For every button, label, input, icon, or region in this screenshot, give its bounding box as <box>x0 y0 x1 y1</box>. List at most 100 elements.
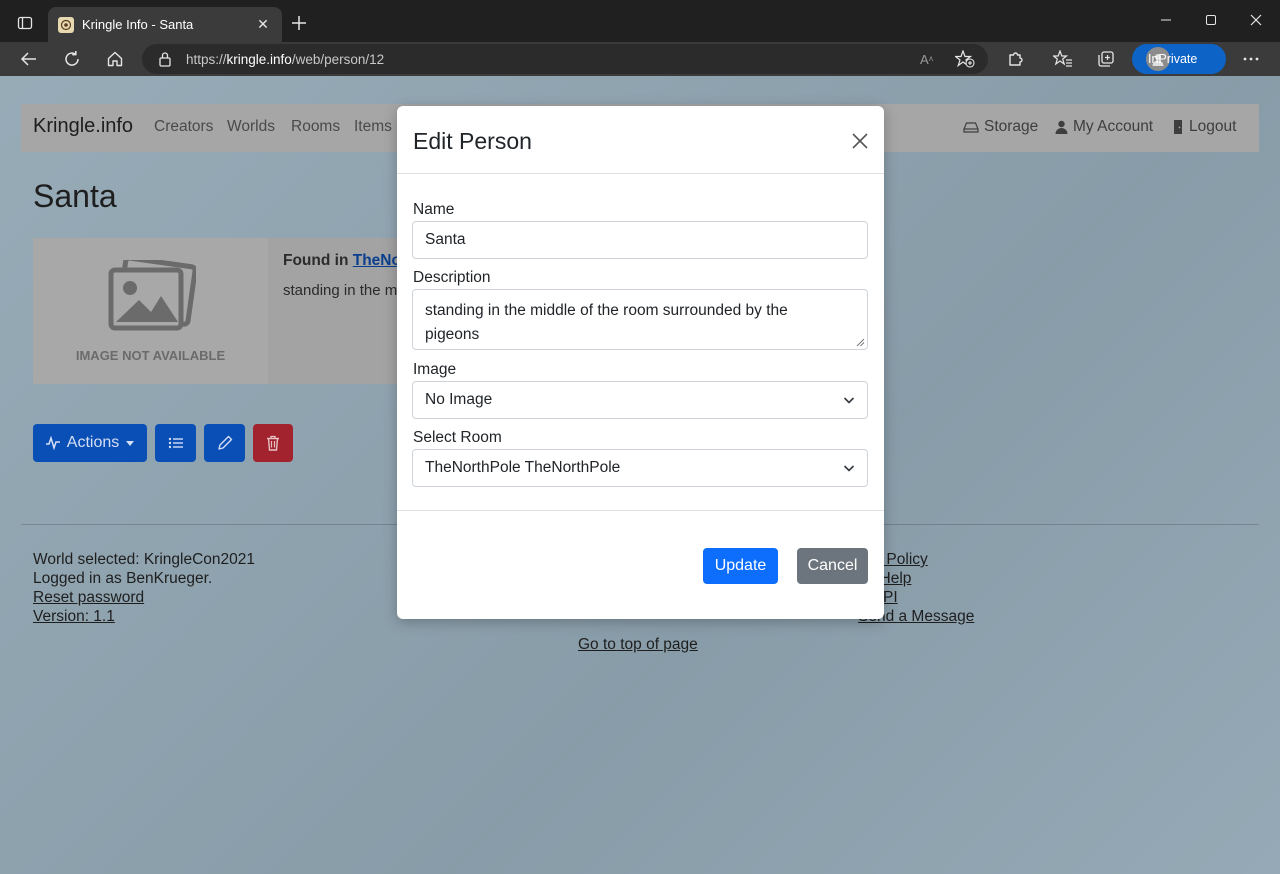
version-link[interactable]: Version: 1.1 <box>33 607 255 626</box>
found-in-room-link[interactable]: TheNo <box>353 252 401 269</box>
image-label: Image <box>413 361 457 378</box>
edit-person-modal: Edit Person Name Santa Description stand… <box>397 106 884 619</box>
name-input[interactable]: Santa <box>412 221 868 259</box>
close-icon <box>852 133 868 149</box>
site-brand[interactable]: Kringle.info <box>33 115 133 138</box>
cancel-button[interactable]: Cancel <box>797 548 868 584</box>
modal-header: Edit Person <box>397 106 884 174</box>
maximize-icon <box>1206 15 1216 25</box>
url-domain: kringle.info <box>226 51 292 67</box>
modal-title: Edit Person <box>413 128 532 154</box>
footer-logged-in: Logged in as BenKrueger. <box>33 570 213 587</box>
tab-close-icon[interactable]: ✕ <box>254 16 272 33</box>
reset-password-link[interactable]: Reset password <box>33 588 255 607</box>
actions-dropdown-button[interactable]: Actions <box>33 424 147 462</box>
plus-icon <box>292 16 306 30</box>
chevron-down-icon <box>843 465 855 472</box>
nav-link-creators[interactable]: Creators <box>154 118 213 136</box>
list-button[interactable] <box>155 424 196 462</box>
footer-left: World selected: KringleCon2021 Logged in… <box>33 550 255 626</box>
activity-icon <box>45 436 60 450</box>
more-horizontal-icon <box>1243 57 1259 61</box>
tab-title: Kringle Info - Santa <box>82 17 194 32</box>
found-in-line: Found in TheNo <box>283 252 401 270</box>
storage-icon <box>963 122 979 133</box>
read-aloud-button[interactable]: Aʌ <box>918 49 940 69</box>
list-icon <box>168 437 183 449</box>
address-bar[interactable]: https://kringle.info/web/person/12 Aʌ <box>142 44 988 74</box>
caret-down-icon <box>126 441 135 446</box>
nav-my-account-label: My Account <box>1073 118 1154 135</box>
image-not-available-text: IMAGE NOT AVAILABLE <box>75 347 226 363</box>
image-placeholder: IMAGE NOT AVAILABLE <box>33 238 268 384</box>
close-icon <box>1250 14 1262 26</box>
back-arrow-icon <box>20 52 36 66</box>
modal-close-button[interactable] <box>849 130 871 152</box>
image-select[interactable]: No Image <box>412 381 868 419</box>
collections-icon <box>1098 51 1114 67</box>
url-prefix: https:// <box>186 51 227 67</box>
edit-button[interactable] <box>204 424 245 462</box>
user-icon <box>1055 120 1068 134</box>
site-favicon-icon <box>58 16 74 33</box>
person-description: standing in the m <box>283 282 398 299</box>
svg-text:ʌ: ʌ <box>929 54 933 63</box>
description-textarea[interactable]: standing in the middle of the room surro… <box>412 289 868 350</box>
svg-text:A: A <box>920 52 929 67</box>
nav-logout-label: Logout <box>1189 118 1237 135</box>
extensions-button[interactable] <box>1001 45 1031 73</box>
door-icon <box>1174 120 1182 134</box>
home-button[interactable] <box>100 45 130 73</box>
modal-footer-divider <box>397 510 884 511</box>
nav-storage[interactable]: Storage <box>963 118 1038 136</box>
settings-more-button[interactable] <box>1236 45 1266 73</box>
refresh-icon <box>65 51 79 66</box>
delete-button[interactable] <box>253 424 293 462</box>
nav-logout[interactable]: Logout <box>1172 118 1236 136</box>
name-label: Name <box>413 201 455 218</box>
pencil-icon <box>217 435 232 450</box>
minimize-icon <box>1161 19 1171 21</box>
read-aloud-icon: Aʌ <box>920 52 933 67</box>
nav-link-rooms[interactable]: Rooms <box>291 118 340 136</box>
refresh-button[interactable] <box>57 45 87 73</box>
nav-link-items[interactable]: Items <box>354 118 392 136</box>
url-text: https://kringle.info/web/person/12 <box>186 52 384 67</box>
back-button[interactable] <box>14 45 44 73</box>
nav-my-account[interactable]: My Account <box>1055 118 1153 136</box>
go-to-top-link[interactable]: Go to top of page <box>578 636 698 654</box>
new-tab-button[interactable] <box>288 12 310 34</box>
inprivate-badge[interactable]: InPrivate <box>1132 44 1226 74</box>
lock-icon[interactable] <box>158 51 172 67</box>
browser-toolbar: https://kringle.info/web/person/12 Aʌ In… <box>0 42 1280 76</box>
collections-button[interactable] <box>1091 45 1121 73</box>
page-viewport: Kringle.info Creators Worlds Rooms Items… <box>0 76 1280 874</box>
star-add-icon <box>955 50 975 68</box>
found-in-label: Found in <box>283 252 349 269</box>
tab-actions-icon <box>17 16 33 30</box>
update-button[interactable]: Update <box>703 548 778 584</box>
browser-tab[interactable]: Kringle Info - Santa ✕ <box>48 7 282 42</box>
nav-link-worlds[interactable]: Worlds <box>227 118 275 136</box>
room-select[interactable]: TheNorthPole TheNorthPole <box>412 449 868 487</box>
trash-icon <box>267 435 279 451</box>
select-room-label: Select Room <box>413 429 502 446</box>
favorites-button[interactable] <box>1048 45 1078 73</box>
room-select-value: TheNorthPole TheNorthPole <box>425 459 621 476</box>
chevron-down-icon <box>843 397 855 404</box>
window-close-button[interactable] <box>1236 8 1276 32</box>
resize-grip-icon[interactable] <box>856 338 865 347</box>
footer-world-selected: World selected: KringleCon2021 <box>33 551 256 568</box>
inprivate-label: InPrivate <box>1148 52 1198 66</box>
minimize-button[interactable] <box>1146 8 1186 32</box>
puzzle-icon <box>1009 52 1023 66</box>
image-placeholder-icon <box>108 259 196 330</box>
favorites-list-icon <box>1053 50 1072 67</box>
description-text: standing in the middle of the room surro… <box>425 302 788 343</box>
favorite-button[interactable] <box>954 49 976 69</box>
page-title: Santa <box>33 178 117 214</box>
url-path: /web/person/12 <box>291 51 385 67</box>
maximize-button[interactable] <box>1191 8 1231 32</box>
person-card: IMAGE NOT AVAILABLE Found in TheNo stand… <box>33 238 403 384</box>
tab-actions-button[interactable] <box>8 8 42 38</box>
